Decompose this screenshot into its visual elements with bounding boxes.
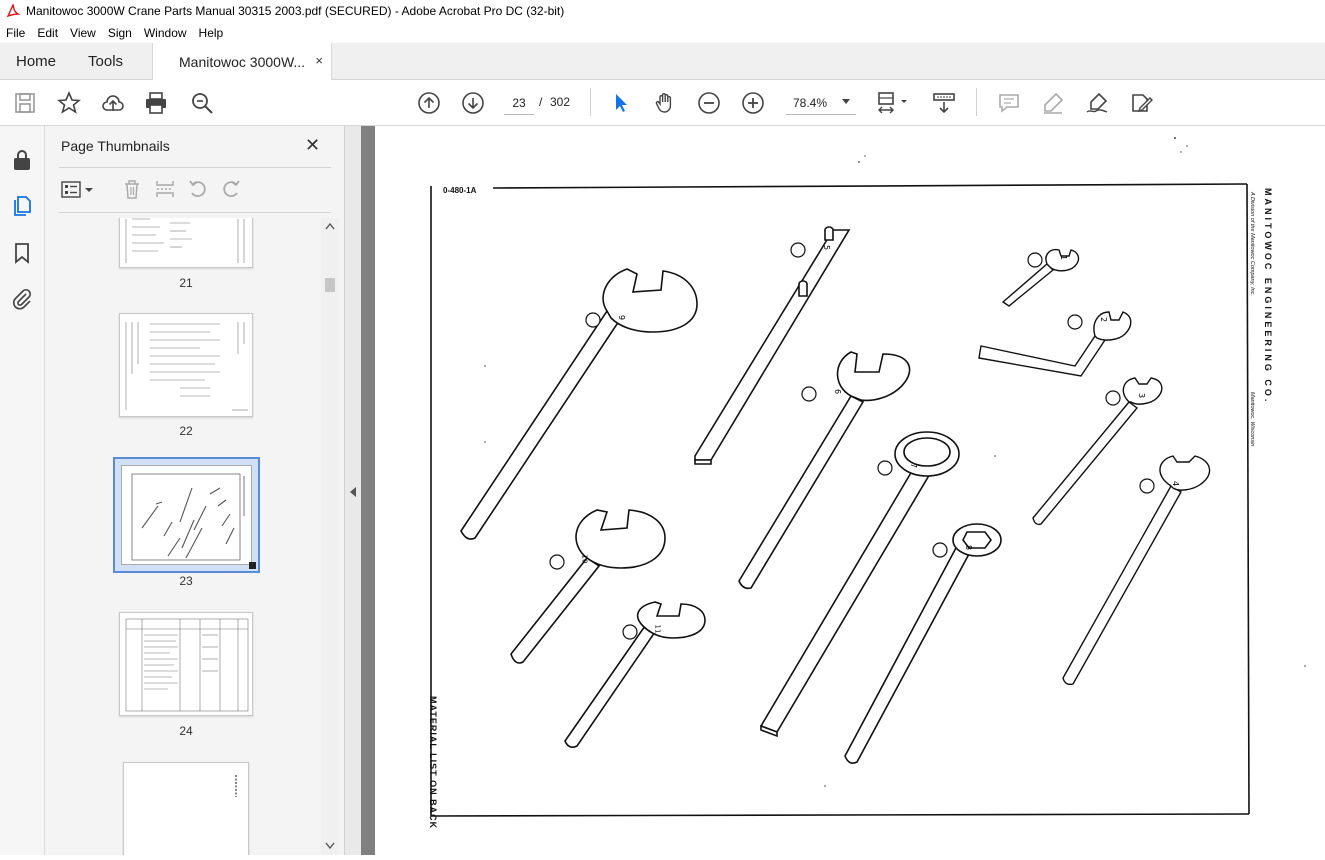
thumbnail-page-21-preview [125, 218, 245, 263]
tab-home[interactable]: Home [0, 43, 72, 80]
thumbnail-label-23: 23 [179, 574, 193, 588]
menu-help[interactable]: Help [193, 26, 230, 40]
wrench-parts-drawing [430, 137, 1306, 817]
callout-5: 5 [822, 244, 832, 251]
scroll-down-icon[interactable] [325, 842, 335, 850]
toolbar-divider [590, 88, 591, 116]
thumbnail-scrollbar[interactable] [321, 218, 339, 855]
menu-edit[interactable]: Edit [31, 26, 64, 40]
lock-icon[interactable] [10, 148, 34, 172]
window-title: Manitowoc 3000W Crane Parts Manual 30315… [26, 4, 565, 18]
comment-icon[interactable] [997, 91, 1021, 115]
page-separator: / [539, 95, 543, 109]
page-number-input[interactable]: 23 [504, 91, 534, 115]
company-location: Manitowoc, Wisconsin [1249, 392, 1255, 447]
panel-close-icon[interactable]: ✕ [305, 135, 320, 156]
thumbnail-label-22: 22 [179, 424, 193, 438]
zoom-in-icon[interactable] [741, 91, 765, 115]
drawing-number: 0-480-1A [443, 186, 477, 195]
thumbnail-toolbar [59, 176, 331, 204]
insert-page-icon[interactable] [154, 178, 176, 200]
acrobat-logo-icon [6, 4, 20, 18]
tab-close-icon[interactable]: × [315, 53, 323, 68]
callout-9: 9 [617, 314, 627, 321]
rotate-counterclockwise-icon[interactable] [187, 178, 209, 200]
tab-tools[interactable]: Tools [72, 43, 139, 80]
material-list-note: MATERIAL LIST ON BACK [428, 696, 438, 830]
bookmark-icon[interactable] [10, 241, 34, 265]
callout-1: 1 [1059, 254, 1069, 261]
wrench-sketch-preview [131, 473, 245, 561]
page-thumbnails-panel: Page Thumbnails ✕ 21 22 23 24 [45, 126, 345, 855]
bookmark-star-icon[interactable] [57, 91, 81, 115]
tab-document[interactable]: Manitowoc 3000W... × [152, 43, 332, 80]
callout-3: 3 [1137, 392, 1147, 399]
thumbnail-label-21: 21 [179, 276, 193, 290]
thumbnail-page-22[interactable] [119, 313, 253, 417]
thumbnail-options-menu-icon[interactable] [61, 180, 95, 200]
highlight-pen-icon[interactable] [1041, 91, 1065, 115]
next-page-icon[interactable] [461, 91, 485, 115]
scroll-mode-icon[interactable] [932, 91, 956, 115]
menu-file[interactable]: File [0, 26, 31, 40]
upload-cloud-icon[interactable] [101, 91, 125, 115]
callout-4: 4 [1171, 480, 1181, 487]
callout-10: 10 [580, 554, 589, 564]
thumbnail-page-22-preview [125, 322, 248, 411]
thumbnail-page-23[interactable] [113, 457, 260, 573]
thumbnail-page-25-preview [235, 775, 237, 797]
thumbnail-page-24[interactable] [119, 612, 253, 716]
page-fit-icon[interactable] [876, 91, 912, 115]
callout-11: 11 [653, 624, 662, 634]
rotate-clockwise-icon[interactable] [220, 178, 242, 200]
panel-divider [59, 167, 331, 168]
zoom-level-value: 78.4% [793, 95, 828, 110]
panel-divider [59, 212, 331, 213]
menu-bar: File Edit View Sign Window Help [0, 22, 1325, 43]
thumbnail-list: 21 22 23 24 [45, 218, 321, 855]
thumbnail-label-24: 24 [179, 724, 193, 738]
tab-bar: Home Tools Manitowoc 3000W... × [0, 43, 1325, 80]
attachment-paperclip-icon[interactable] [10, 287, 34, 311]
delete-page-icon[interactable] [121, 178, 143, 200]
callout-7: 7 [909, 462, 919, 469]
menu-view[interactable]: View [64, 26, 102, 40]
sign-pen-icon[interactable] [1085, 91, 1109, 115]
total-pages: 302 [550, 95, 571, 109]
company-name: MANITOWOC ENGINEERING CO. [1263, 188, 1273, 405]
print-icon[interactable] [144, 91, 168, 115]
tab-document-label: Manitowoc 3000W... [179, 53, 306, 70]
zoom-out-icon[interactable] [697, 91, 721, 115]
thumbnail-page-25[interactable] [123, 762, 249, 855]
zoom-search-icon[interactable] [190, 91, 214, 115]
scrollbar-thumb[interactable] [325, 278, 335, 292]
select-cursor-icon[interactable] [609, 91, 633, 115]
toolbar-divider [976, 88, 977, 116]
edit-document-icon[interactable] [1129, 91, 1153, 115]
page-thumbnails-icon[interactable] [10, 194, 34, 218]
callout-2: 2 [1099, 316, 1109, 323]
thumbnail-page-21[interactable] [119, 218, 253, 268]
title-bar: Manitowoc 3000W Crane Parts Manual 30315… [0, 0, 1325, 22]
thumbnail-resize-handle[interactable] [249, 562, 256, 569]
menu-sign[interactable]: Sign [102, 26, 138, 40]
pdf-page: 1 2 3 4 5 6 7 8 9 10 11 0-480-1A MANITOW… [375, 126, 1325, 855]
thumbnail-page-24-preview [125, 618, 249, 712]
hand-tool-icon[interactable] [653, 91, 677, 115]
left-navigation-rail [0, 126, 45, 855]
collapse-left-arrow-icon[interactable] [349, 486, 357, 498]
zoom-level-dropdown[interactable]: 78.4% [786, 91, 856, 115]
document-view[interactable]: 1 2 3 4 5 6 7 8 9 10 11 0-480-1A MANITOW… [361, 126, 1325, 855]
scroll-up-icon[interactable] [325, 222, 335, 230]
menu-window[interactable]: Window [138, 26, 193, 40]
callout-6: 6 [833, 388, 843, 395]
panel-collapse-handle[interactable] [345, 126, 361, 855]
callout-8: 8 [964, 544, 974, 551]
company-division: A Division of the Manitowoc Company, Inc… [1249, 192, 1255, 296]
thumbnail-page-23-preview [121, 465, 252, 565]
previous-page-icon[interactable] [417, 91, 441, 115]
save-icon[interactable] [13, 91, 37, 115]
chevron-down-icon [842, 99, 850, 104]
panel-title: Page Thumbnails [61, 138, 170, 154]
